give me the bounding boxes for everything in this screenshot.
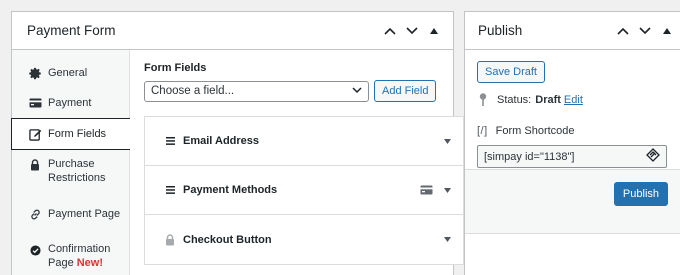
tab-label: Payment [48,97,92,109]
expand-caret-icon[interactable] [443,237,451,242]
lock-icon [28,158,42,172]
publish-header: Publish [465,12,680,50]
metabox-title: Payment Form [27,23,116,38]
tab-label: Payment Page [48,208,121,220]
move-up-icon[interactable] [614,22,632,40]
tab-label: Form Fields [48,128,107,140]
shortcode-value: [simpay id="1138"] [484,150,575,163]
expand-caret-icon[interactable] [443,138,451,144]
publish-metabox: Publish Save Draft Status: Draft Edit [/… [464,11,680,275]
tab-general[interactable]: General [12,58,129,88]
field-name: Checkout Button [183,233,272,246]
shortcode-label: Form Shortcode [495,125,575,137]
chevron-down-icon [352,85,362,97]
expand-caret-icon[interactable] [443,187,451,193]
tab-label-line1: Purchase [48,158,95,170]
add-field-button[interactable]: Add Field [374,80,437,102]
tab-label-line2: Page [48,256,74,269]
field-item-email-address[interactable]: Email Address [145,117,463,166]
copy-icon[interactable] [646,148,660,165]
toggle-panel-icon[interactable] [658,22,676,40]
new-badge: New! [76,256,103,269]
save-draft-button[interactable]: Save Draft [477,61,545,83]
toggle-panel-icon[interactable] [425,22,443,40]
publish-title: Publish [478,23,523,38]
metabox-header: Payment Form [12,12,453,50]
metabox-controls [381,22,443,40]
field-item-payment-methods[interactable]: Payment Methods [145,166,463,215]
gear-icon [28,66,42,80]
field-name: Email Address [183,135,260,147]
fields-list: Email Address Payment Methods Checkout B… [144,116,464,265]
move-down-icon[interactable] [636,22,654,40]
tab-label: Purchase Restrictions [48,158,105,185]
drag-handle-icon[interactable] [165,185,175,195]
tab-label: General [48,67,88,79]
pin-icon [477,93,489,107]
card-icon [28,96,42,110]
tab-label: Confirmation Page New! [48,243,110,270]
shortcode-field[interactable]: [simpay id="1138"] [477,145,667,168]
tab-payment[interactable]: Payment [12,88,129,118]
shortcode-label-row: [/] Form Shortcode [477,125,670,137]
card-icon [420,185,433,195]
edit-icon [28,127,42,141]
shortcode-icon: [/] [477,125,488,137]
settings-tabs: General Payment Form Fields Purchase Res… [11,50,130,275]
check-circle-icon [28,243,42,257]
tab-payment-page[interactable]: Payment Page [12,199,129,229]
form-fields-panel: Form Fields Choose a field... Add Field … [130,50,478,275]
status-value: Draft [535,94,561,106]
edit-status-link[interactable]: Edit [564,94,583,106]
publish-controls [614,22,676,40]
lock-icon [165,233,175,245]
tab-label-line2: Restrictions [48,171,106,184]
tab-label-line1: Confirmation [48,243,111,255]
tab-confirmation-page[interactable]: Confirmation Page New! [12,235,129,275]
publish-actions: Publish [465,169,680,234]
drag-handle-icon[interactable] [165,136,175,146]
publish-button[interactable]: Publish [613,182,668,206]
status-row: Status: Draft Edit [477,93,670,107]
form-fields-label: Form Fields [144,62,207,74]
field-name: Payment Methods [183,184,278,196]
tab-purchase-restrictions[interactable]: Purchase Restrictions [12,150,129,193]
tab-form-fields[interactable]: Form Fields [11,118,130,150]
field-item-checkout-button[interactable]: Checkout Button [145,215,463,264]
field-type-select[interactable]: Choose a field... [144,80,369,102]
link-icon [28,207,42,221]
payment-form-metabox: Payment Form General Payment Form Fields… [11,11,464,275]
move-up-icon[interactable] [381,22,399,40]
move-down-icon[interactable] [403,22,421,40]
status-label: Status: [497,94,532,106]
select-value: Choose a field... [151,85,235,97]
